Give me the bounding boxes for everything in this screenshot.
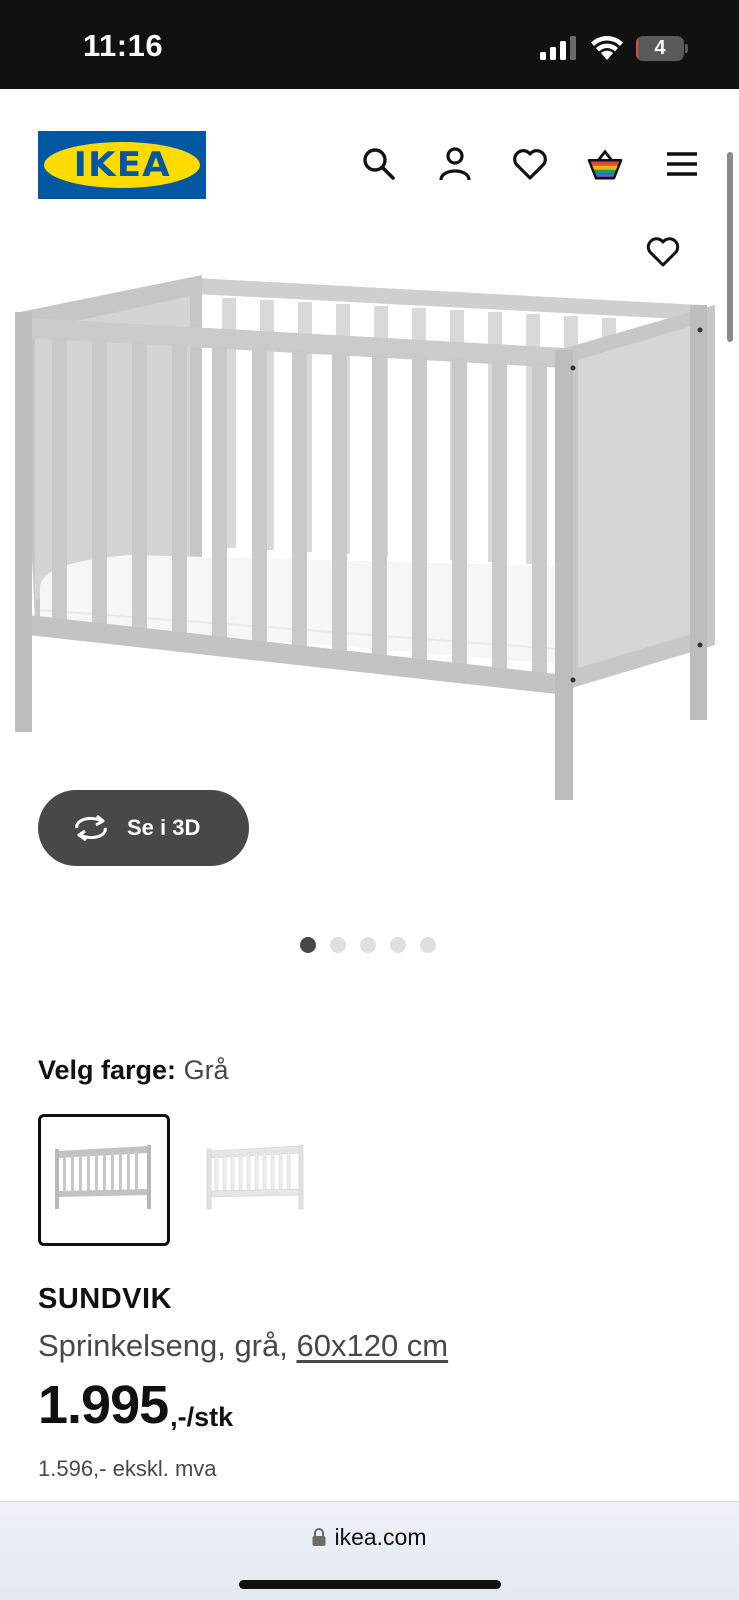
price-ex-vat: 1.596,- ekskl. mva: [38, 1456, 217, 1481]
user-icon[interactable]: [437, 146, 473, 182]
color-option-grey[interactable]: [38, 1114, 170, 1246]
favorite-heart-icon[interactable]: [646, 236, 680, 268]
grey-crib-thumbnail: [55, 1145, 151, 1209]
ikea-logo[interactable]: IKEA: [38, 131, 206, 199]
price-suffix: ,-/stk: [170, 1402, 234, 1432]
color-label: Velg farge:: [38, 1055, 177, 1085]
battery-icon: 4: [636, 36, 688, 61]
basket-icon[interactable]: [587, 146, 623, 182]
lock-icon: [312, 1528, 326, 1546]
search-icon[interactable]: [361, 146, 397, 182]
crib-product-image[interactable]: [10, 270, 730, 820]
view-3d-button[interactable]: Se i 3D: [38, 790, 249, 866]
gallery-dot-1[interactable]: [300, 937, 316, 953]
gallery-pagination[interactable]: [300, 937, 436, 953]
gallery-dot-3[interactable]: [360, 937, 376, 953]
white-crib-thumbnail: [206, 1144, 304, 1210]
view-3d-label: Se i 3D: [127, 815, 201, 840]
rotate-3d-icon: [75, 814, 107, 842]
product-price: 1.995 ,-/stk: [38, 1378, 233, 1433]
product-type: Sprinkelseng, grå,: [38, 1328, 297, 1363]
cellular-signal-icon: [540, 36, 576, 60]
logo-text: IKEA: [73, 145, 171, 185]
url-display[interactable]: ikea.com: [0, 1524, 739, 1551]
status-time: 11:16: [83, 28, 164, 63]
color-option-white[interactable]: [190, 1114, 322, 1246]
status-bar: 11:16 4: [0, 0, 739, 89]
url-text: ikea.com: [334, 1524, 427, 1550]
heart-icon[interactable]: [512, 146, 548, 182]
gallery-dot-2[interactable]: [330, 937, 346, 953]
product-size-link[interactable]: 60x120 cm: [296, 1328, 448, 1363]
color-value: Grå: [183, 1055, 229, 1085]
gallery-dot-4[interactable]: [390, 937, 406, 953]
wifi-icon: [591, 36, 623, 60]
price-integer: 1.995: [38, 1375, 169, 1435]
battery-level: 4: [654, 37, 666, 59]
product-name: SUNDVIK: [38, 1283, 173, 1315]
menu-icon[interactable]: [664, 146, 700, 182]
product-description: Sprinkelseng, grå, 60x120 cm: [38, 1328, 448, 1364]
gallery-dot-5[interactable]: [420, 937, 436, 953]
browser-address-bar[interactable]: ikea.com: [0, 1501, 739, 1600]
home-indicator[interactable]: [239, 1580, 501, 1589]
color-selector-label: Velg farge: Grå: [38, 1055, 229, 1086]
